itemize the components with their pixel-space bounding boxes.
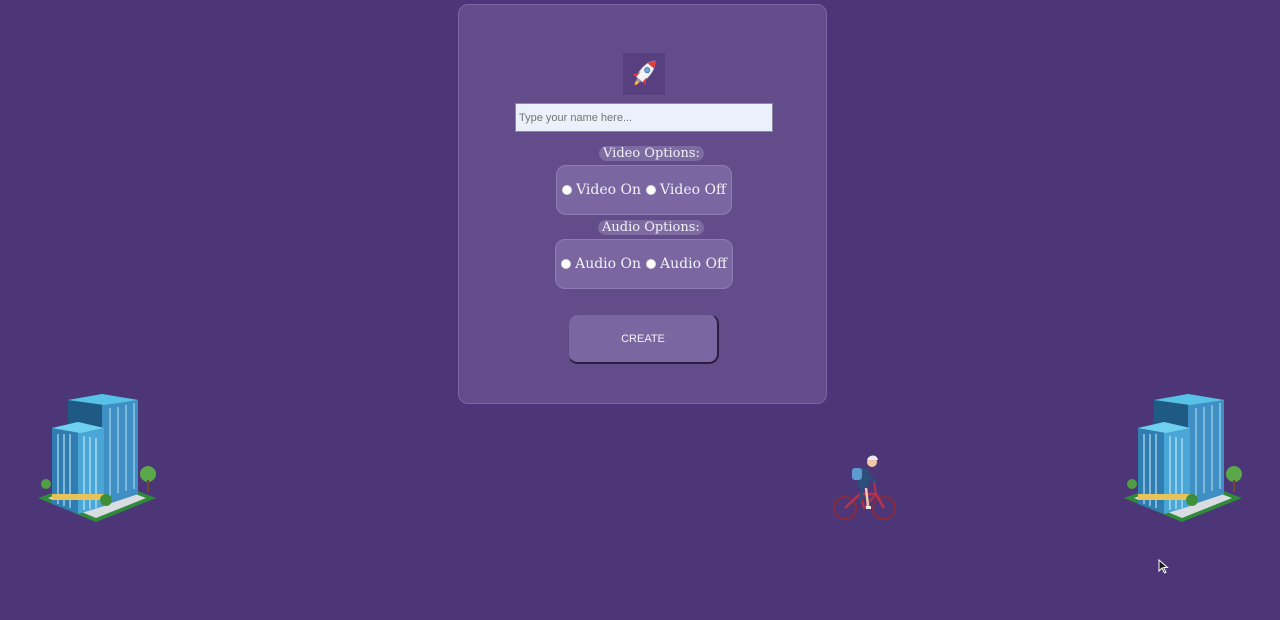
create-button[interactable]: CREATE [568,314,719,364]
audio-off-label: Audio Off [660,256,727,272]
video-on-label: Video On [576,182,642,198]
audio-off-option[interactable]: Audio Off [646,256,727,272]
audio-off-radio[interactable] [646,259,657,269]
name-input[interactable] [515,103,773,132]
rocket-icon [623,53,665,95]
audio-options-group: Audio On Audio Off [555,239,733,289]
cyclist-illustration [833,455,896,520]
audio-options-label: Audio Options: [598,220,704,235]
audio-on-radio[interactable] [561,259,572,269]
audio-on-label: Audio On [575,256,642,272]
audio-on-option[interactable]: Audio On [561,256,641,272]
video-on-option[interactable]: Video On [562,182,641,198]
video-off-option[interactable]: Video Off [646,182,726,198]
video-on-radio[interactable] [562,185,573,195]
create-room-card: Video Options: Video On Video Off Audio … [458,4,827,404]
mouse-cursor-icon [1158,559,1169,574]
video-off-radio[interactable] [646,185,657,195]
office-building-illustration-right [1124,394,1242,522]
video-options-label: Video Options: [599,146,704,161]
video-off-label: Video Off [660,182,726,198]
video-options-group: Video On Video Off [556,165,732,215]
office-building-illustration-left [38,394,156,522]
